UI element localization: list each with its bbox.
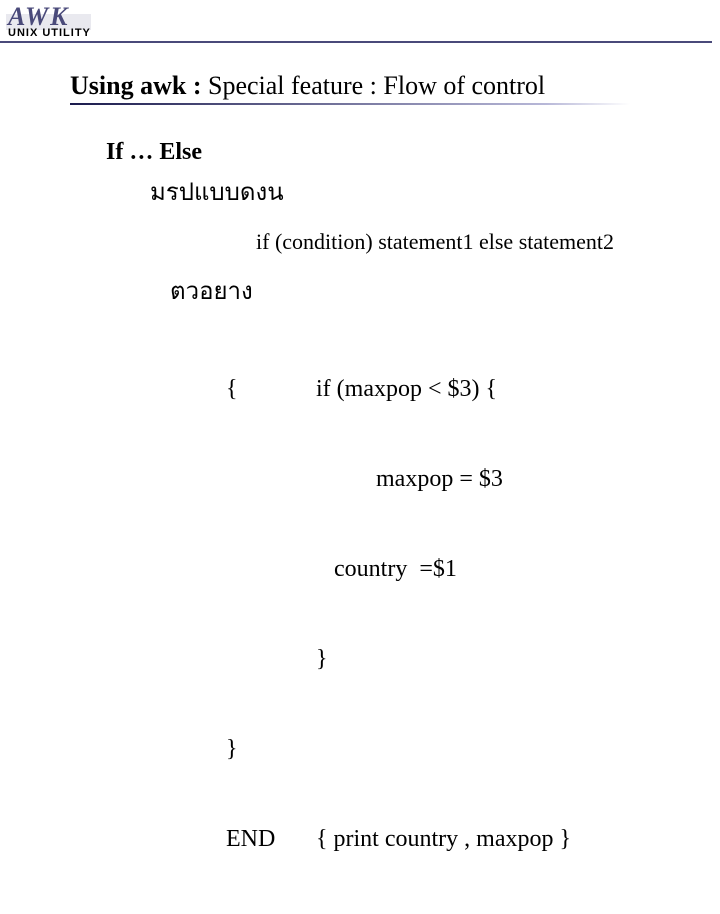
code-l1-left: { [226,374,316,404]
code-l2-right: maxpop = $3 [316,464,503,494]
logo-subtitle: UNIX UTILITY [6,28,91,39]
example-label: ตวอยาง [170,271,720,310]
code-l3-right: country =$1 [316,554,457,584]
title-underline [70,103,630,105]
header: AWK UNIX UTILITY [0,0,720,39]
syntax-line: if (condition) statement1 else statement… [256,229,720,255]
ifelse-heading: If … Else [106,139,720,166]
code-l4-right: } [316,644,328,674]
code-l6-left: END [226,824,316,854]
content: If … Else มรปแบบดงน if (condition) state… [106,139,720,914]
logo: AWK UNIX UTILITY [6,4,91,39]
code-l2-left [226,464,316,494]
code-l6-right: { print country , maxpop } [316,824,571,854]
title-rest: Special feature : Flow of control [208,71,545,100]
title-bold: Using awk : [70,71,208,100]
code-l5-left: } [226,734,316,764]
form-label: มรปแบบดงน [150,172,720,211]
code-l4-left [226,644,316,674]
code-l1-right: if (maxpop < $3) { [316,374,497,404]
code-l3-left [226,554,316,584]
header-divider [0,41,712,43]
slide-title: Using awk : Special feature : Flow of co… [70,71,630,105]
code-block: {if (maxpop < $3) { maxpop = $3 country … [226,314,720,914]
